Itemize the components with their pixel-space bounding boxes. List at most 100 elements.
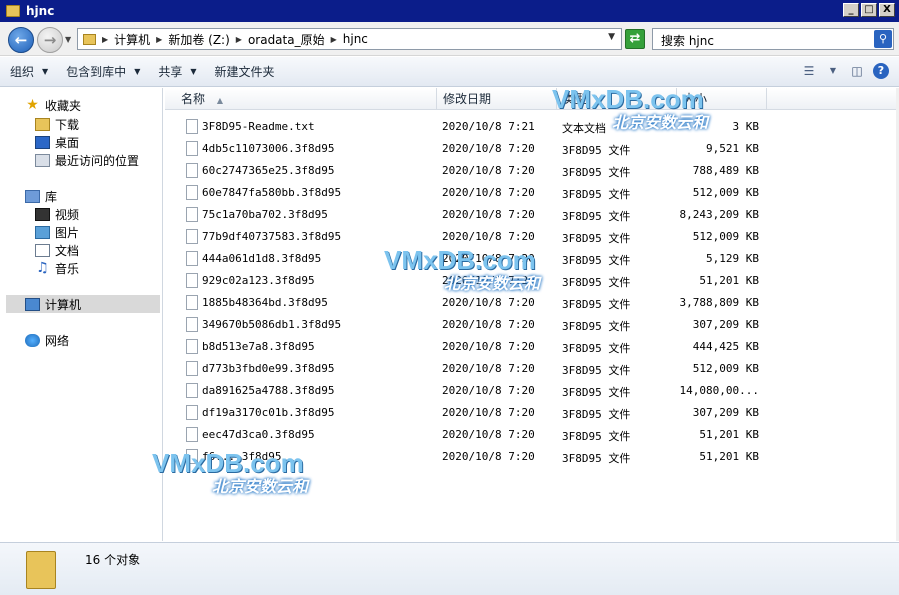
file-name: 4db5c11073006.3f8d95 bbox=[202, 142, 335, 155]
nav-libraries-label: 库 bbox=[45, 189, 58, 204]
forward-button[interactable]: → bbox=[37, 27, 63, 53]
star-icon: ★ bbox=[26, 96, 39, 113]
file-size: 9,521 KB bbox=[706, 142, 759, 155]
file-icon bbox=[186, 317, 198, 332]
column-name-label: 名称 bbox=[181, 92, 206, 106]
nav-music[interactable]: ♫ 音乐 bbox=[35, 259, 79, 277]
include-library-label: 包含到库中 bbox=[66, 65, 127, 79]
nav-favorites-label: 收藏夹 bbox=[45, 98, 82, 113]
file-name: 3F8D95-Readme.txt bbox=[202, 120, 315, 133]
breadcrumb-volume[interactable]: 新加卷 (Z:) bbox=[168, 31, 229, 48]
nav-recent[interactable]: 最近访问的位置 bbox=[35, 151, 139, 169]
nav-pictures-label: 图片 bbox=[55, 225, 80, 240]
document-icon bbox=[35, 243, 50, 257]
file-row[interactable]: b8d513e7a8.3f8d95 2020/10/8 7:20 3F8D95 文件… bbox=[165, 336, 899, 358]
file-date: 2020/10/8 7:20 bbox=[442, 406, 535, 419]
new-folder-label: 新建文件夹 bbox=[214, 65, 275, 79]
folder-icon bbox=[83, 33, 96, 45]
column-header-date[interactable]: 修改日期 bbox=[437, 88, 557, 110]
file-row[interactable]: f6... 3f8d95 2020/10/8 7:20 3F8D95 文件 51,20… bbox=[165, 446, 899, 468]
nav-videos[interactable]: 视频 bbox=[35, 205, 79, 223]
nav-network-label: 网络 bbox=[45, 333, 70, 348]
column-header-type[interactable]: 类型 bbox=[557, 88, 677, 110]
nav-recent-label: 最近访问的位置 bbox=[55, 153, 140, 168]
file-size: 51,201 KB bbox=[699, 428, 759, 441]
file-name: b8d513e7a8.3f8d95 bbox=[202, 340, 315, 353]
file-row[interactable]: eec47d3ca0.3f8d95 2020/10/8 7:20 3F8D95 文件… bbox=[165, 424, 899, 446]
chevron-right-icon[interactable]: ▶ bbox=[156, 35, 162, 44]
nav-network[interactable]: 网络 bbox=[25, 331, 69, 349]
minimize-button[interactable]: _ bbox=[843, 3, 859, 17]
file-row[interactable]: da891625a4788.3f8d95 2020/10/8 7:20 3F8D95… bbox=[165, 380, 899, 402]
file-type: 3F8D95 文件 bbox=[562, 342, 631, 355]
breadcrumb-computer[interactable]: 计算机 bbox=[114, 31, 150, 48]
file-size: 51,201 KB bbox=[699, 274, 759, 287]
refresh-button[interactable]: ⇄ bbox=[625, 29, 645, 49]
file-date: 2020/10/8 7:20 bbox=[442, 318, 535, 331]
file-name: 60e7847fa580bb.3f8d95 bbox=[202, 186, 342, 199]
search-input[interactable]: 搜索 hjnc ⚲ bbox=[652, 28, 894, 50]
breadcrumb-hjnc[interactable]: hjnc bbox=[343, 32, 368, 46]
window-title: hjnc bbox=[26, 4, 55, 18]
download-folder-icon bbox=[35, 117, 50, 131]
file-row[interactable]: 1885b48364bd.3f8d95 2020/10/8 7:20 3F8D95 … bbox=[165, 292, 899, 314]
file-icon bbox=[186, 405, 198, 420]
title-bar[interactable]: hjnc _ □ X bbox=[0, 0, 899, 22]
search-icon[interactable]: ⚲ bbox=[874, 30, 892, 48]
chevron-down-icon[interactable]: ▼ bbox=[825, 63, 841, 79]
chevron-right-icon[interactable]: ▶ bbox=[102, 35, 108, 44]
file-icon bbox=[186, 185, 198, 200]
recent-pages-dropdown[interactable]: ▼ bbox=[65, 35, 71, 44]
include-library-button[interactable]: 包含到库中 ▼ bbox=[66, 63, 140, 80]
help-icon[interactable]: ? bbox=[873, 63, 889, 79]
nav-computer[interactable]: 计算机 bbox=[25, 295, 81, 313]
file-icon bbox=[186, 229, 198, 244]
chevron-right-icon[interactable]: ▶ bbox=[236, 35, 242, 44]
file-row[interactable]: 3F8D95-Readme.txt 2020/10/8 7:21 文本文档 3 KB bbox=[165, 116, 899, 138]
file-icon bbox=[186, 449, 198, 464]
column-header-size[interactable]: 大小 bbox=[677, 88, 767, 110]
file-row[interactable]: d773b3fbd0e99.3f8d95 2020/10/8 7:20 3F8D95… bbox=[165, 358, 899, 380]
new-folder-button[interactable]: 新建文件夹 bbox=[215, 63, 275, 80]
file-icon bbox=[186, 295, 198, 310]
file-row[interactable]: 349670b5086db1.3f8d95 2020/10/8 7:20 3F8D9… bbox=[165, 314, 899, 336]
address-field[interactable]: ▶ 计算机 ▶ 新加卷 (Z:) ▶ oradata_原始 ▶ hjnc ▼ bbox=[77, 28, 622, 50]
organize-button[interactable]: 组织 ▼ bbox=[10, 63, 48, 80]
file-size: 3,788,809 KB bbox=[679, 296, 759, 309]
file-icon bbox=[186, 163, 198, 178]
file-size: 51,201 KB bbox=[699, 450, 759, 463]
nav-libraries[interactable]: 库 bbox=[25, 187, 57, 205]
share-button[interactable]: 共享 ▼ bbox=[158, 63, 196, 80]
column-header-name[interactable]: 名称 ▲ bbox=[165, 88, 437, 110]
column-type-label: 类型 bbox=[563, 92, 588, 106]
nav-pictures[interactable]: 图片 bbox=[35, 223, 79, 241]
back-button[interactable]: ← bbox=[8, 27, 34, 53]
chevron-right-icon[interactable]: ▶ bbox=[331, 35, 337, 44]
breadcrumb-oradata[interactable]: oradata_原始 bbox=[248, 31, 325, 48]
file-row[interactable]: 929c02a123.3f8d95 2020/10/8 7:20 3F8D95 文件… bbox=[165, 270, 899, 292]
file-row[interactable]: 60c2747365e25.3f8d95 2020/10/8 7:20 3F8D95… bbox=[165, 160, 899, 182]
file-type: 3F8D95 文件 bbox=[562, 166, 631, 179]
file-size: 788,489 KB bbox=[692, 164, 759, 177]
file-row[interactable]: 4db5c11073006.3f8d95 2020/10/8 7:20 3F8D95… bbox=[165, 138, 899, 160]
nav-documents[interactable]: 文档 bbox=[35, 241, 79, 259]
maximize-button[interactable]: □ bbox=[861, 3, 877, 17]
nav-desktop-label: 桌面 bbox=[55, 135, 80, 150]
nav-downloads[interactable]: 下载 bbox=[35, 115, 79, 133]
preview-pane-icon[interactable]: ◫ bbox=[849, 63, 865, 79]
close-button[interactable]: X bbox=[879, 3, 895, 17]
nav-desktop[interactable]: 桌面 bbox=[35, 133, 79, 151]
file-row[interactable]: df19a3170c01b.3f8d95 2020/10/8 7:20 3F8D95… bbox=[165, 402, 899, 424]
file-row[interactable]: 60e7847fa580bb.3f8d95 2020/10/8 7:20 3F8D9… bbox=[165, 182, 899, 204]
column-header: 名称 ▲ 修改日期 类型 大小 bbox=[165, 88, 899, 110]
address-dropdown[interactable]: ▼ bbox=[608, 32, 615, 42]
nav-documents-label: 文档 bbox=[55, 243, 80, 258]
view-options-icon[interactable]: ☰ bbox=[801, 63, 817, 79]
file-row[interactable]: 77b9df40737583.3f8d95 2020/10/8 7:20 3F8D9… bbox=[165, 226, 899, 248]
file-size: 512,009 KB bbox=[692, 186, 759, 199]
file-icon bbox=[186, 273, 198, 288]
file-row[interactable]: 444a061d1d8.3f8d95 2020/10/8 7:20 3F8D95 文… bbox=[165, 248, 899, 270]
file-row[interactable]: 75c1a70ba702.3f8d95 2020/10/8 7:20 3F8D95 … bbox=[165, 204, 899, 226]
nav-favorites[interactable]: ★ 收藏夹 bbox=[25, 96, 81, 114]
file-name: 349670b5086db1.3f8d95 bbox=[202, 318, 342, 331]
